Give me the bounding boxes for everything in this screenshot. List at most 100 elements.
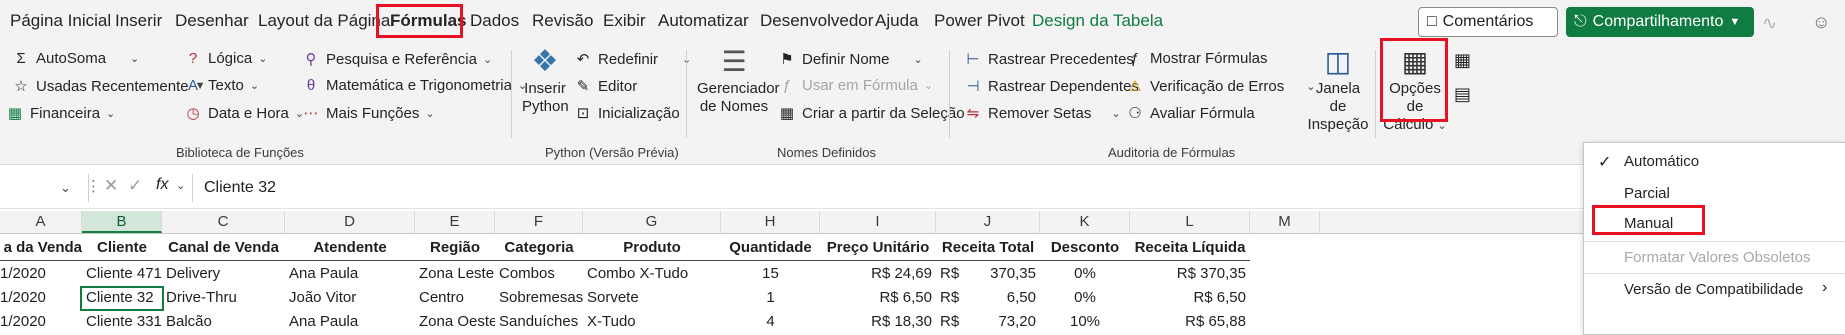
tab-dados[interactable]: Dados: [470, 11, 519, 31]
table-cell[interactable]: Drive-Thru: [162, 286, 285, 310]
table-header-cell[interactable]: Atendente: [285, 236, 415, 260]
check-icon[interactable]: ✓: [128, 176, 142, 196]
texto-button[interactable]: A Texto ⌄: [184, 77, 259, 94]
table-cell[interactable]: Combo X-Tudo: [583, 262, 721, 286]
menu-item-formatar-obsoletos[interactable]: Formatar Valores Obsoletos: [1624, 249, 1810, 266]
column-header-h[interactable]: H: [721, 211, 820, 233]
table-cell[interactable]: R$: [936, 286, 966, 310]
table-header-cell[interactable]: Cliente: [82, 236, 162, 260]
column-header-i[interactable]: I: [820, 211, 936, 233]
criar-selecao-button[interactable]: ▦ Criar a partir da Seleção: [778, 104, 965, 123]
activity-icon[interactable]: ∿: [1762, 13, 1777, 34]
janela-inspecao-button[interactable]: ◫ Janela de Inspeção: [1306, 44, 1370, 134]
redefinir-button[interactable]: ↶ Redefinir ⌄: [574, 50, 692, 69]
inicializacao-button[interactable]: ⊡ Inicialização: [574, 104, 680, 123]
column-header-k[interactable]: K: [1040, 211, 1130, 233]
calculate-now-icon[interactable]: ▦: [1454, 50, 1471, 71]
table-cell[interactable]: 73,20: [966, 310, 1040, 333]
menu-item-automatico[interactable]: Automático: [1624, 153, 1699, 170]
table-header-cell[interactable]: Região: [415, 236, 495, 260]
column-header-j[interactable]: J: [936, 211, 1040, 233]
person-icon[interactable]: ☺: [1812, 12, 1830, 33]
gerenciador-nomes-button[interactable]: ☰ Gerenciador de Nomes: [697, 44, 780, 116]
tab-desenvolvedor[interactable]: Desenvolvedor: [760, 11, 873, 31]
pesquisa-referencia-button[interactable]: ⚲ Pesquisa e Referência ⌄: [302, 50, 493, 69]
table-cell[interactable]: Delivery: [162, 262, 285, 286]
editor-button[interactable]: ✎ Editor: [574, 77, 637, 96]
table-cell[interactable]: R$: [936, 262, 966, 286]
table-header-cell[interactable]: Desconto: [1040, 236, 1130, 260]
column-header-c[interactable]: C: [162, 211, 285, 233]
column-header-m[interactable]: M: [1250, 211, 1320, 233]
tab-pagina-inicial[interactable]: Página Inicial: [10, 11, 111, 31]
definir-nome-button[interactable]: ⚑ Definir Nome ⌄: [778, 50, 922, 69]
cancel-icon[interactable]: ✕: [104, 176, 118, 196]
menu-item-versao-compatibilidade[interactable]: Versão de Compatibilidade: [1624, 281, 1803, 298]
avaliar-formula-button[interactable]: ⚆ Avaliar Fórmula: [1126, 104, 1255, 123]
table-cell[interactable]: Ana Paula: [285, 262, 415, 286]
table-header-cell[interactable]: a da Venda: [0, 236, 82, 260]
rastrear-precedentes-button[interactable]: ⊢ Rastrear Precedentes: [964, 50, 1133, 69]
matematica-trigonometria-button[interactable]: θ Matemática e Trigonometria ⌄: [302, 77, 527, 94]
calculate-sheet-icon[interactable]: ▤: [1454, 84, 1471, 105]
table-cell[interactable]: X-Tudo: [583, 310, 721, 333]
table-cell[interactable]: R$ 24,69: [820, 262, 936, 286]
insert-function-icon[interactable]: fx: [156, 176, 168, 194]
table-cell[interactable]: Balcão: [162, 310, 285, 333]
chevron-down-icon[interactable]: ⌄: [60, 180, 71, 196]
table-cell[interactable]: Sanduíches: [495, 310, 583, 333]
table-cell[interactable]: R$ 6,50: [1130, 286, 1250, 310]
table-cell[interactable]: R$ 65,88: [1130, 310, 1250, 333]
table-cell[interactable]: Cliente 331: [82, 310, 162, 333]
more-icon[interactable]: ⋮: [86, 177, 101, 195]
table-header-cell[interactable]: Receita Total: [936, 236, 1040, 260]
inserir-python-button[interactable]: ❖ Inserir Python: [522, 44, 569, 116]
formula-input[interactable]: Cliente 32: [204, 175, 1804, 201]
rastrear-dependentes-button[interactable]: ⊣ Rastrear Dependentes: [964, 77, 1138, 96]
tab-design-da-tabela[interactable]: Design da Tabela: [1032, 11, 1163, 31]
tab-power-pivot[interactable]: Power Pivot: [934, 11, 1025, 31]
table-header-cell[interactable]: Produto: [583, 236, 721, 260]
table-header-cell[interactable]: Quantidade: [721, 236, 820, 260]
table-header-cell[interactable]: Preço Unitário: [820, 236, 936, 260]
menu-item-parcial[interactable]: Parcial: [1624, 185, 1670, 202]
data-hora-button[interactable]: ◷ Data e Hora ⌄: [184, 104, 304, 123]
table-cell[interactable]: Sorvete: [583, 286, 721, 310]
table-cell[interactable]: Centro: [415, 286, 495, 310]
tab-layout-da-pagina[interactable]: Layout da Página: [258, 11, 390, 31]
table-cell[interactable]: 1/2020: [0, 286, 82, 310]
table-cell[interactable]: 0%: [1040, 286, 1130, 310]
table-cell[interactable]: Combos: [495, 262, 583, 286]
table-cell[interactable]: R$ 6,50: [820, 286, 936, 310]
tab-ajuda[interactable]: Ajuda: [875, 11, 918, 31]
tab-desenhar[interactable]: Desenhar: [175, 11, 249, 31]
mostrar-formulas-button[interactable]: ƒ Mostrar Fórmulas: [1126, 50, 1268, 67]
table-cell[interactable]: Cliente 471: [82, 262, 162, 286]
logica-button[interactable]: ? Lógica ⌄: [184, 50, 268, 67]
name-box[interactable]: ⌄: [0, 174, 89, 202]
tab-automatizar[interactable]: Automatizar: [658, 11, 749, 31]
table-cell[interactable]: João Vitor: [285, 286, 415, 310]
tab-revisao[interactable]: Revisão: [532, 11, 593, 31]
table-cell[interactable]: 1: [721, 286, 820, 310]
table-cell[interactable]: R$: [936, 310, 966, 333]
mais-funcoes-button[interactable]: ⋯ Mais Funções ⌄: [302, 104, 435, 123]
share-button[interactable]: ⎋ Compartilhamento ▼: [1566, 7, 1754, 37]
tab-inserir[interactable]: Inserir: [115, 11, 162, 31]
comments-button[interactable]: □ Comentários: [1418, 7, 1558, 37]
table-cell[interactable]: 6,50: [966, 286, 1040, 310]
autosoma-button[interactable]: Σ AutoSoma ⌄: [12, 50, 139, 67]
table-cell[interactable]: 15: [721, 262, 820, 286]
table-cell[interactable]: 10%: [1040, 310, 1130, 333]
column-header-f[interactable]: F: [495, 211, 583, 233]
column-header-b[interactable]: B: [82, 211, 162, 233]
verificacao-erros-button[interactable]: ⚠ Verificação de Erros ⌄: [1126, 77, 1315, 96]
usadas-recentemente-button[interactable]: ☆ Usadas Recentemente ▼: [12, 77, 205, 96]
column-header-g[interactable]: G: [583, 211, 721, 233]
table-cell[interactable]: 4: [721, 310, 820, 333]
financeira-button[interactable]: ▦ Financeira ⌄: [6, 104, 115, 123]
remover-setas-button[interactable]: ⇋ Remover Setas ⌄: [964, 104, 1121, 123]
table-cell[interactable]: 1/2020: [0, 310, 82, 333]
table-header-cell[interactable]: Categoria: [495, 236, 583, 260]
table-header-cell[interactable]: Canal de Venda: [162, 236, 285, 260]
